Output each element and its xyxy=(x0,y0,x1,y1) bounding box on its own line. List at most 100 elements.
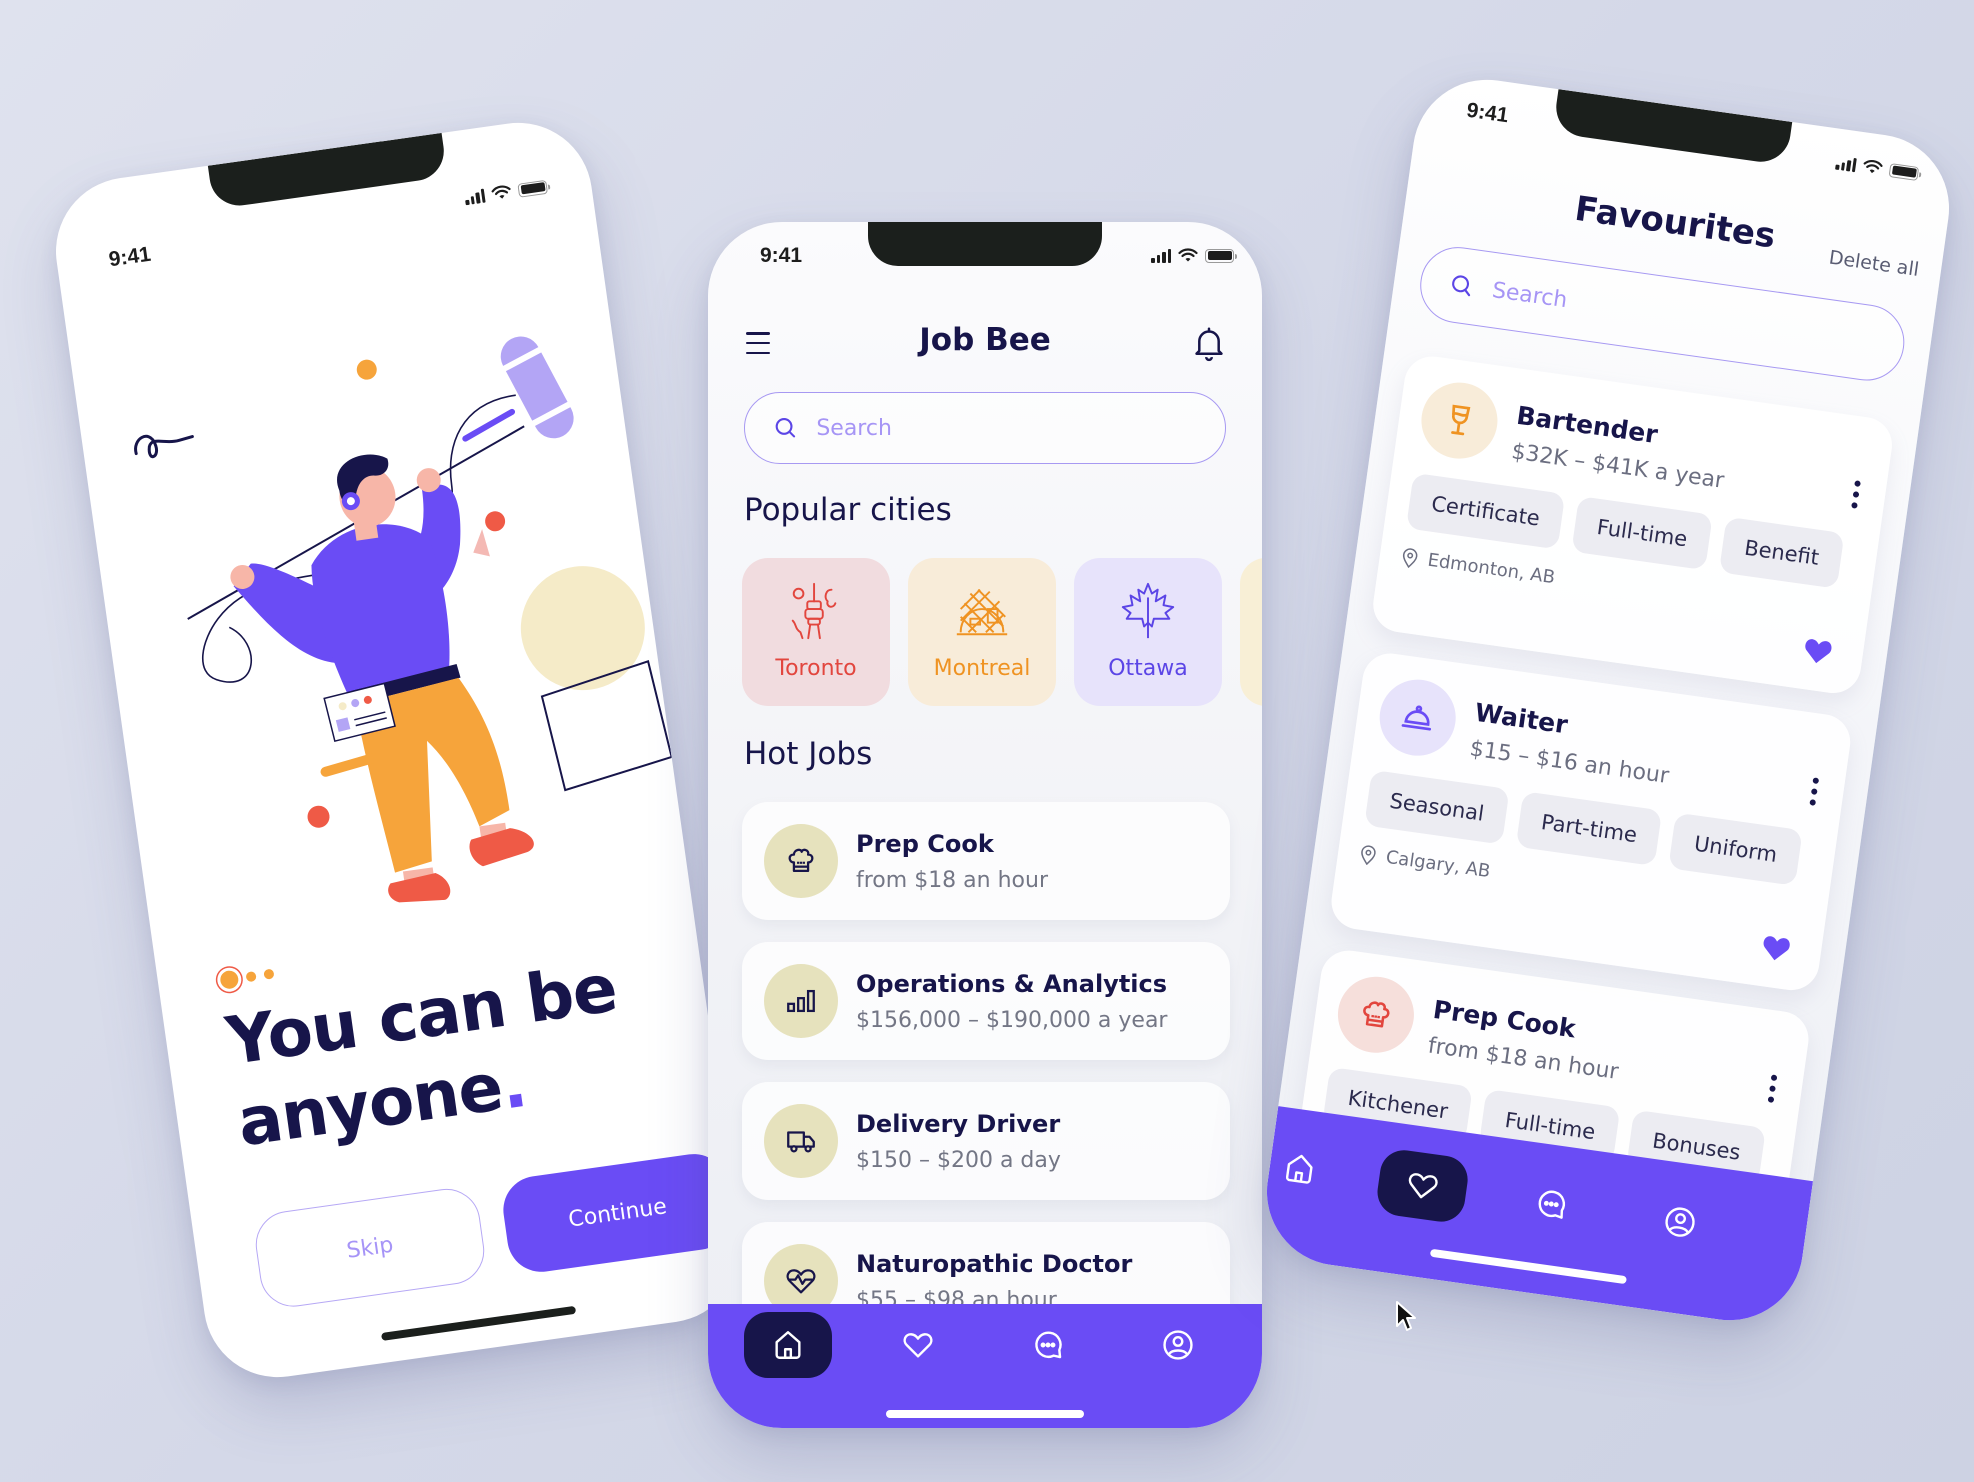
nav-favourites[interactable] xyxy=(1374,1147,1471,1225)
wine-glass-icon xyxy=(1451,404,1471,436)
city-card-toronto[interactable]: Toronto xyxy=(742,558,890,706)
biosphere-dome-icon xyxy=(956,589,1008,636)
location-pin-icon xyxy=(1402,547,1418,568)
chef-hat-icon xyxy=(1363,1001,1390,1028)
bottom-nav xyxy=(708,1304,1262,1428)
job-tag[interactable]: Part-time xyxy=(1515,791,1663,867)
job-title: Operations & Analytics xyxy=(856,969,1168,998)
battery-icon xyxy=(517,179,548,198)
phone-notch xyxy=(1552,89,1793,166)
user-icon xyxy=(1665,1207,1695,1237)
user-icon xyxy=(1163,1330,1193,1360)
status-icons xyxy=(464,179,548,205)
favourites-screen: 9:41 Favourites Delete all Bartender $32… xyxy=(1257,70,1959,1330)
job-tag[interactable]: Benefit xyxy=(1718,516,1845,589)
page-dot-active[interactable] xyxy=(219,969,240,990)
battery-icon xyxy=(1205,248,1237,263)
hot-jobs-heading: Hot Jobs xyxy=(744,736,873,772)
job-pay: $150 – $200 a day xyxy=(856,1147,1061,1173)
city-card-partial[interactable] xyxy=(1240,558,1262,706)
nav-messages[interactable] xyxy=(1004,1312,1092,1378)
hot-jobs-list: Prep Cook from $18 an hour Operations & … xyxy=(742,802,1230,1362)
job-card[interactable]: Prep Cook from $18 an hour xyxy=(742,802,1230,920)
cellular-signal-icon xyxy=(1835,155,1857,172)
job-tag[interactable]: Certificate xyxy=(1405,472,1566,550)
job-title: Naturopathic Doctor xyxy=(856,1249,1133,1278)
search-input[interactable] xyxy=(816,415,1225,441)
home-indicator xyxy=(886,1410,1084,1418)
city-name: Montreal xyxy=(933,656,1031,681)
page-dot[interactable] xyxy=(263,968,275,980)
chef-hat-icon xyxy=(788,848,814,873)
job-icon-bg xyxy=(764,964,838,1038)
favourite-card[interactable]: Waiter $15 – $16 an hour Seasonal Part-t… xyxy=(1327,649,1854,994)
onboarding-illustration xyxy=(134,336,673,903)
job-icon-bg xyxy=(764,824,838,898)
job-tag[interactable]: Full-time xyxy=(1571,496,1713,571)
onboarding-headline: You can be anyone. xyxy=(221,941,680,1165)
onboarding-screen: 9:41 You can be anyone. Skip Continue xyxy=(46,113,750,1387)
job-card[interactable]: Operations & Analytics $156,000 – $190,0… xyxy=(742,942,1230,1060)
job-title: Delivery Driver xyxy=(856,1109,1061,1138)
job-pay: $156,000 – $190,000 a year xyxy=(856,1007,1168,1033)
search-field[interactable] xyxy=(744,392,1226,464)
page-dot[interactable] xyxy=(245,971,257,983)
heart-filled-icon[interactable] xyxy=(1801,635,1835,667)
nav-profile[interactable] xyxy=(1632,1183,1728,1261)
maple-leaf-icon xyxy=(1121,582,1175,639)
heart-filled-icon[interactable] xyxy=(1759,932,1793,964)
nav-favourites[interactable] xyxy=(874,1312,962,1378)
cellular-signal-icon xyxy=(1151,248,1171,263)
popular-cities-list: Toronto Montreal Ottawa xyxy=(742,558,1262,706)
location-text: Calgary, AB xyxy=(1384,846,1492,883)
nav-messages[interactable] xyxy=(1503,1165,1599,1243)
continue-button[interactable]: Continue xyxy=(498,1149,737,1277)
status-time: 9:41 xyxy=(107,242,153,272)
nav-home[interactable] xyxy=(1257,1130,1348,1208)
job-card[interactable]: Delivery Driver $150 – $200 a day xyxy=(742,1082,1230,1200)
job-title: Prep Cook xyxy=(856,829,994,858)
nav-profile[interactable] xyxy=(1134,1312,1222,1378)
location-text: Edmonton, AB xyxy=(1426,549,1557,589)
job-icon-bg xyxy=(764,1104,838,1178)
nav-home[interactable] xyxy=(744,1312,832,1378)
home-icon xyxy=(775,1331,801,1359)
job-icon-bg xyxy=(1416,377,1503,464)
heartbeat-icon xyxy=(786,1269,816,1294)
city-card-montreal[interactable]: Montreal xyxy=(908,558,1056,706)
status-time: 9:41 xyxy=(1465,98,1510,128)
home-indicator xyxy=(380,1305,577,1341)
job-icon-bg xyxy=(1374,674,1461,761)
chat-icon xyxy=(1035,1331,1062,1359)
battery-icon xyxy=(1888,162,1920,181)
status-icons xyxy=(1835,155,1920,181)
job-tag[interactable]: Seasonal xyxy=(1364,769,1510,845)
skip-button[interactable]: Skip xyxy=(251,1184,489,1312)
home-icon xyxy=(1285,1154,1313,1184)
job-icon-bg xyxy=(1333,971,1419,1058)
search-input[interactable] xyxy=(1490,277,1905,360)
wifi-icon xyxy=(491,185,511,199)
wifi-icon xyxy=(1178,248,1198,262)
status-time: 9:41 xyxy=(760,244,803,267)
cellular-signal-icon xyxy=(464,188,486,205)
home-screen: 9:41 Job Bee Popular cities xyxy=(708,222,1262,1428)
search-icon xyxy=(1452,275,1471,297)
page-indicator xyxy=(219,965,275,990)
heart-icon xyxy=(903,1333,933,1358)
job-tag[interactable]: Uniform xyxy=(1668,812,1803,886)
bell-icon[interactable] xyxy=(1192,326,1226,362)
city-card-ottawa[interactable]: Ottawa xyxy=(1074,558,1222,706)
wifi-icon xyxy=(1863,159,1883,174)
location-pin-icon xyxy=(1361,844,1376,865)
mouse-cursor-icon xyxy=(1396,1301,1416,1331)
chat-icon xyxy=(1538,1190,1565,1219)
job-pay: from $18 an hour xyxy=(856,867,1048,893)
phone-notch xyxy=(868,222,1102,266)
popular-cities-heading: Popular cities xyxy=(744,492,952,528)
status-icons xyxy=(1151,248,1237,263)
search-icon xyxy=(775,417,796,438)
home-indicator xyxy=(1429,1248,1627,1285)
favourite-card[interactable]: Bartender $32K – $41K a year Certificate… xyxy=(1369,352,1896,697)
city-name: Toronto xyxy=(775,656,857,681)
